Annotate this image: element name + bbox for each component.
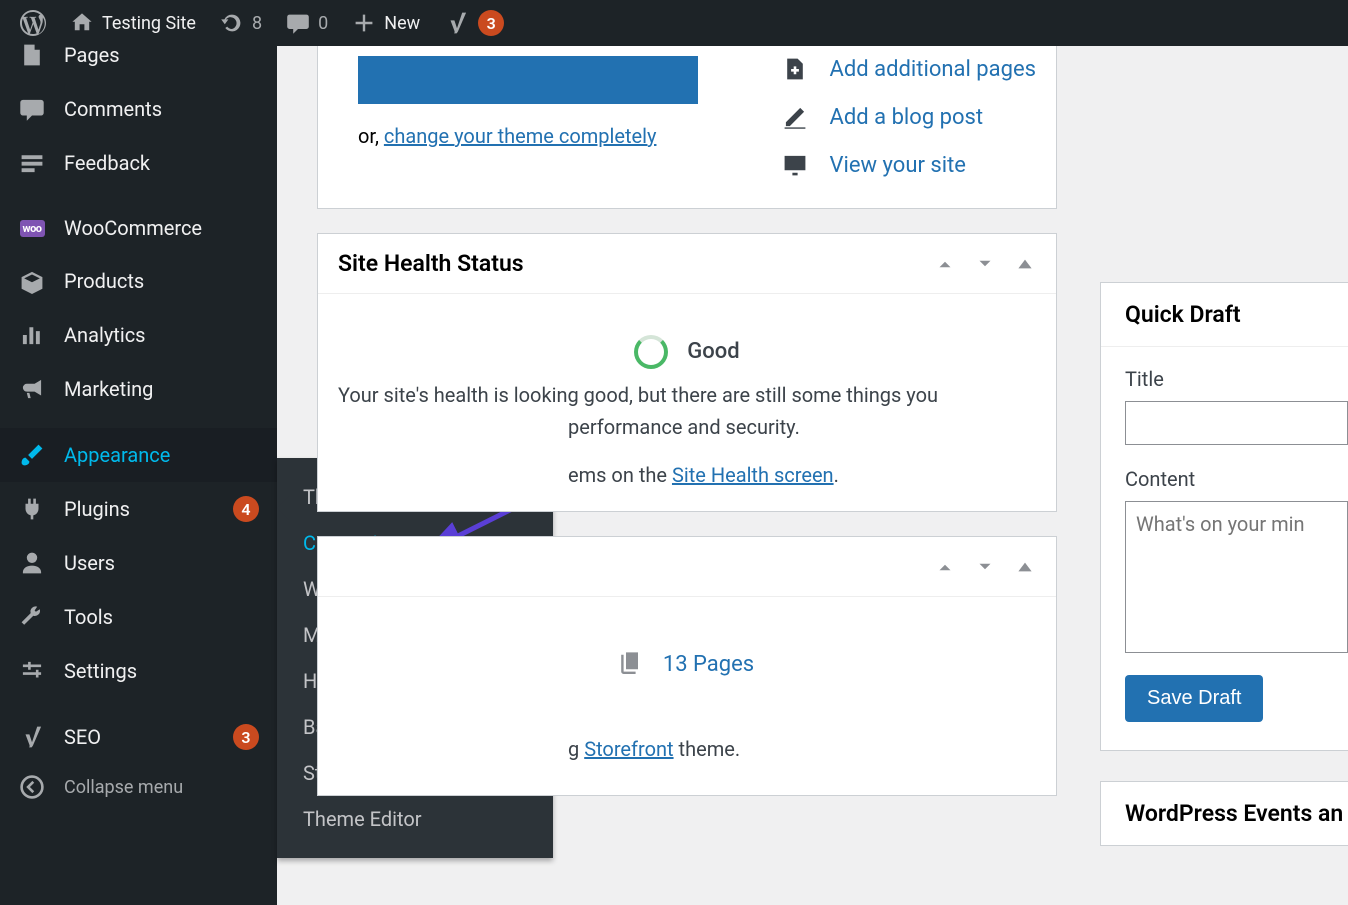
comment-icon bbox=[286, 11, 310, 35]
chevron-down-icon[interactable] bbox=[974, 556, 996, 578]
quick-draft-card: Quick Draft Title Content Save Draft bbox=[1100, 282, 1348, 751]
save-draft-button[interactable]: Save Draft bbox=[1125, 675, 1263, 722]
events-card: WordPress Events an bbox=[1100, 781, 1348, 846]
plug-icon bbox=[19, 496, 45, 522]
theme-line: g Storefront theme. bbox=[338, 733, 1036, 765]
add-pages-link[interactable]: Add additional pages bbox=[780, 56, 1036, 82]
user-icon bbox=[19, 550, 45, 576]
site-name: Testing Site bbox=[102, 13, 196, 34]
chart-icon bbox=[19, 322, 45, 348]
change-theme-link[interactable]: change your theme completely bbox=[384, 124, 657, 148]
sidebar-item-products[interactable]: Products bbox=[0, 254, 277, 308]
pages-icon bbox=[620, 650, 644, 674]
pages-count-link[interactable]: 13 Pages bbox=[663, 652, 754, 677]
sidebar-item-woocommerce[interactable]: woo WooCommerce bbox=[0, 202, 277, 254]
qd-content-textarea[interactable] bbox=[1125, 501, 1348, 653]
site-health-card: Site Health Status Good Your site's heal… bbox=[317, 233, 1057, 512]
comments-link[interactable]: 0 bbox=[274, 0, 340, 46]
at-a-glance-card: 13 Pages g Storefront theme. bbox=[317, 536, 1057, 795]
sidebar-item-comments[interactable]: Comments bbox=[0, 82, 277, 136]
refresh-icon bbox=[220, 11, 244, 35]
sidebar-item-feedback[interactable]: Feedback bbox=[0, 136, 277, 190]
yoast-icon bbox=[444, 10, 470, 36]
sidebar-item-seo[interactable]: SEO 3 bbox=[0, 710, 277, 764]
qd-title-input[interactable] bbox=[1125, 401, 1348, 445]
wrench-icon bbox=[19, 604, 45, 630]
chevron-down-icon[interactable] bbox=[974, 253, 996, 275]
chevron-up-icon[interactable] bbox=[934, 253, 956, 275]
sidebar-item-pages[interactable]: Pages bbox=[0, 42, 277, 82]
plugins-badge: 4 bbox=[233, 496, 259, 522]
woo-icon: woo bbox=[20, 220, 45, 237]
chevron-up-icon[interactable] bbox=[934, 556, 956, 578]
sidebar-item-analytics[interactable]: Analytics bbox=[0, 308, 277, 362]
quick-draft-title: Quick Draft bbox=[1101, 283, 1348, 347]
health-ring-icon bbox=[634, 335, 668, 369]
main-content: or, change your theme completely Add add… bbox=[277, 46, 1348, 905]
card-controls bbox=[934, 253, 1036, 275]
comments-count: 0 bbox=[318, 13, 328, 34]
wp-logo[interactable] bbox=[8, 0, 58, 46]
storefront-link[interactable]: Storefront bbox=[584, 737, 673, 761]
wordpress-icon bbox=[20, 10, 46, 36]
new-link[interactable]: New bbox=[340, 0, 432, 46]
monitor-icon bbox=[782, 152, 808, 178]
yoast-icon bbox=[19, 724, 45, 750]
sidebar-item-tools[interactable]: Tools bbox=[0, 590, 277, 644]
sliders-icon bbox=[19, 658, 45, 684]
collapse-icon bbox=[19, 774, 45, 800]
new-label: New bbox=[384, 13, 420, 34]
site-health-title: Site Health Status bbox=[338, 250, 524, 277]
qd-title-label: Title bbox=[1125, 367, 1348, 391]
health-desc-2: performance and security. bbox=[338, 411, 1036, 443]
health-link-line: ems on the Site Health screen. bbox=[338, 459, 1036, 491]
add-page-icon bbox=[782, 56, 808, 82]
page-icon bbox=[19, 42, 45, 68]
welcome-panel: or, change your theme completely Add add… bbox=[317, 46, 1057, 209]
qd-content-label: Content bbox=[1125, 467, 1348, 491]
seo-badge: 3 bbox=[233, 724, 259, 750]
events-title: WordPress Events an bbox=[1101, 782, 1348, 845]
health-desc-1: Your site's health is looking good, but … bbox=[338, 379, 1036, 411]
megaphone-icon bbox=[19, 376, 45, 402]
admin-sidebar: Pages Comments Feedback woo WooCommerce … bbox=[0, 46, 277, 905]
customize-site-button[interactable] bbox=[358, 56, 698, 104]
yoast-link[interactable]: 3 bbox=[432, 0, 516, 46]
form-icon bbox=[19, 150, 45, 176]
write-icon bbox=[782, 104, 808, 130]
brush-icon bbox=[19, 442, 45, 468]
admin-toolbar: Testing Site 8 0 New 3 bbox=[0, 0, 1348, 46]
site-health-screen-link[interactable]: Site Health screen bbox=[672, 463, 834, 487]
site-link[interactable]: Testing Site bbox=[58, 0, 208, 46]
or-change-theme: or, change your theme completely bbox=[358, 124, 720, 148]
updates-link[interactable]: 8 bbox=[208, 0, 274, 46]
sidebar-item-appearance[interactable]: Appearance bbox=[0, 428, 277, 482]
sidebar-item-settings[interactable]: Settings bbox=[0, 644, 277, 698]
add-blog-link[interactable]: Add a blog post bbox=[780, 104, 1036, 130]
triangle-up-icon[interactable] bbox=[1014, 253, 1036, 275]
glance-title bbox=[338, 553, 344, 580]
updates-count: 8 bbox=[252, 13, 262, 34]
right-panel: Quick Draft Title Content Save Draft Wor… bbox=[1100, 46, 1348, 905]
home-icon bbox=[70, 11, 94, 35]
health-status: Good bbox=[687, 339, 739, 364]
sidebar-item-plugins[interactable]: Plugins 4 bbox=[0, 482, 277, 536]
sidebar-item-marketing[interactable]: Marketing bbox=[0, 362, 277, 416]
sidebar-item-users[interactable]: Users bbox=[0, 536, 277, 590]
sidebar-collapse[interactable]: Collapse menu bbox=[0, 764, 277, 810]
plus-icon bbox=[352, 11, 376, 35]
yoast-badge: 3 bbox=[478, 10, 504, 36]
comment-icon bbox=[19, 96, 45, 122]
view-site-link[interactable]: View your site bbox=[780, 152, 1036, 178]
box-icon bbox=[19, 268, 45, 294]
triangle-up-icon[interactable] bbox=[1014, 556, 1036, 578]
